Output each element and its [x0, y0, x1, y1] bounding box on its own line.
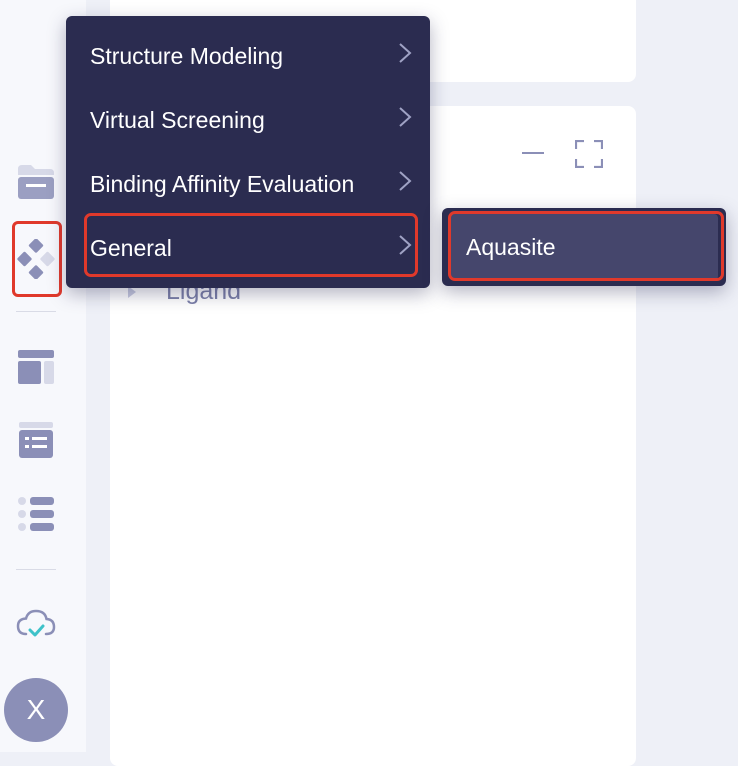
user-avatar[interactable]: X: [4, 678, 68, 742]
menu-item-label: Binding Affinity Evaluation: [90, 170, 355, 197]
aquasite-highlight-box: [448, 211, 724, 281]
sidebar-item-list[interactable]: [0, 486, 72, 542]
menu-item-label: Virtual Screening: [90, 106, 265, 133]
sidebar-divider: [16, 311, 56, 312]
list-icon: [17, 496, 55, 532]
sidebar-divider: [16, 569, 56, 570]
apps-highlight-box: [12, 221, 62, 297]
menu-item-label: Structure Modeling: [90, 42, 284, 69]
sidebar-item-forms[interactable]: [0, 412, 72, 468]
menu-item-binding-affinity-evaluation[interactable]: Binding Affinity Evaluation: [66, 152, 430, 216]
chevron-right-icon: [398, 42, 412, 70]
form-list-icon: [18, 421, 54, 459]
chevron-right-icon: [398, 106, 412, 134]
sidebar-item-cloud[interactable]: [0, 596, 72, 652]
sidebar-item-files[interactable]: [0, 154, 72, 210]
chevron-right-icon: [398, 170, 412, 198]
folder-icon: [16, 163, 56, 201]
general-highlight-box: [84, 213, 418, 277]
layout-icon: [17, 349, 55, 385]
avatar-letter: X: [26, 694, 46, 725]
sidebar-item-layout[interactable]: [0, 339, 72, 395]
menu-item-structure-modeling[interactable]: Structure Modeling: [66, 24, 430, 88]
cloud-check-icon: [16, 608, 56, 640]
menu-item-virtual-screening[interactable]: Virtual Screening: [66, 88, 430, 152]
minimize-icon[interactable]: [520, 140, 546, 171]
fullscreen-icon[interactable]: [574, 139, 604, 173]
